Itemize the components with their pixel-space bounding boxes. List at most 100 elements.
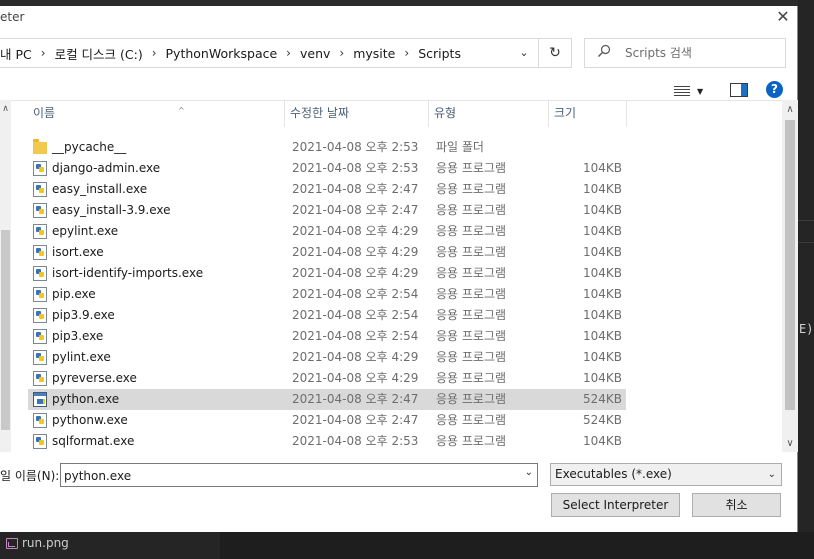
file-row[interactable]: isort-identify-imports.exe 2021-04-08 오후 … [28, 263, 626, 284]
file-type: 응용 프로그램 [436, 245, 507, 259]
scroll-up-icon[interactable]: ∧ [0, 104, 11, 114]
file-name: __pycache__ [52, 140, 127, 154]
file-type: 응용 프로그램 [436, 182, 507, 196]
python-exe-icon [33, 371, 47, 386]
file-row[interactable]: django-admin.exe 2021-04-08 오후 2:53 응용 프로그… [28, 158, 626, 179]
file-row[interactable]: __pycache__ 2021-04-08 오후 2:53 파일 폴더 [28, 137, 626, 158]
file-date: 2021-04-08 오후 2:47 [292, 413, 419, 427]
breadcrumb-item[interactable]: mysite [353, 46, 395, 61]
breadcrumb-separator[interactable]: › [286, 46, 291, 60]
file-name: sqlformat.exe [52, 434, 135, 448]
file-size: 104KB [582, 308, 622, 322]
column-header-size[interactable]: 크기 [549, 101, 627, 127]
file-size: 104KB [582, 245, 622, 259]
details-view-icon [674, 85, 690, 97]
search-input[interactable] [625, 43, 775, 63]
breadcrumb-separator[interactable]: › [152, 46, 157, 60]
file-size: 524KB [582, 392, 622, 406]
preview-pane-icon[interactable] [730, 83, 748, 97]
address-bar[interactable]: 내 PC › 로컬 디스크 (C:) › PythonWorkspace › venv › my… [0, 38, 539, 68]
file-type: 응용 프로그램 [436, 203, 507, 217]
file-name: python.exe [52, 392, 120, 406]
left-scrollbar[interactable]: ∧ [0, 100, 11, 452]
file-row[interactable]: pip3.9.exe 2021-04-08 오후 2:54 응용 프로그램 104KB [28, 305, 626, 326]
select-interpreter-button[interactable]: Select Interpreter [551, 493, 680, 517]
file-date: 2021-04-08 오후 2:53 [292, 161, 419, 175]
scroll-down-icon[interactable]: ∨ [782, 438, 798, 449]
breadcrumb-separator[interactable]: › [404, 46, 409, 60]
breadcrumb-item[interactable]: 내 PC [0, 44, 32, 63]
file-type: 응용 프로그램 [436, 308, 507, 322]
column-header-label: 크기 [554, 106, 577, 120]
file-row[interactable]: easy_install-3.9.exe 2021-04-08 오후 2:47 응용… [28, 200, 626, 221]
folder-icon [33, 139, 47, 154]
file-row[interactable]: sqlformat.exe 2021-04-08 오후 2:53 응용 프로그램 10… [28, 431, 626, 452]
file-size [548, 137, 622, 158]
filename-input[interactable] [64, 467, 504, 484]
filetype-select[interactable]: Executables (*.exe) ⌄ [550, 463, 782, 486]
breadcrumb-item[interactable]: Scripts [418, 46, 461, 61]
right-scrollbar[interactable]: ∧ ∨ [782, 100, 798, 452]
file-name: isort-identify-imports.exe [52, 266, 204, 280]
file-name: pythonw.exe [52, 413, 128, 427]
file-type: 응용 프로그램 [436, 224, 507, 238]
python-exe-icon [33, 350, 47, 365]
file-row[interactable]: pylint.exe 2021-04-08 오후 4:29 응용 프로그램 104KB [28, 347, 626, 368]
column-header-label: 이름 [33, 106, 56, 120]
chevron-down-icon[interactable]: ⌄ [525, 467, 533, 478]
file-name: django-admin.exe [52, 161, 161, 175]
file-name: easy_install-3.9.exe [52, 203, 171, 217]
file-name: epylint.exe [52, 224, 119, 238]
scroll-thumb[interactable] [785, 120, 795, 410]
file-date: 2021-04-08 오후 4:29 [292, 266, 419, 280]
file-row[interactable]: pythonw.exe 2021-04-08 오후 2:47 응용 프로그램 524K… [28, 410, 626, 431]
file-row[interactable]: epylint.exe 2021-04-08 오후 4:29 응용 프로그램 104K… [28, 221, 626, 242]
column-header-date[interactable]: 수정한 날짜 [285, 101, 429, 127]
file-date: 2021-04-08 오후 2:47 [292, 203, 419, 217]
search-box[interactable] [584, 38, 786, 68]
file-date: 2021-04-08 오후 4:29 [292, 224, 419, 238]
cancel-button[interactable]: 취소 [692, 493, 781, 517]
view-options-button[interactable]: ▼ [674, 82, 712, 100]
chevron-down-icon: ⌄ [767, 469, 776, 480]
help-button[interactable]: ? [766, 81, 783, 98]
file-row[interactable]: pyreverse.exe 2021-04-08 오후 4:29 응용 프로그램 10… [28, 368, 626, 389]
breadcrumb-separator[interactable]: › [339, 46, 344, 60]
file-row[interactable]: easy_install.exe 2021-04-08 오후 2:47 응용 프로그… [28, 179, 626, 200]
file-type: 응용 프로그램 [436, 413, 507, 427]
breadcrumb-item[interactable]: venv [300, 46, 330, 61]
editor-file-item[interactable]: run.png [6, 536, 69, 550]
file-date: 2021-04-08 오후 4:29 [292, 350, 419, 364]
filename-label: 일 이름(N): [0, 469, 60, 483]
file-row[interactable]: python.exe 2021-04-08 오후 2:47 응용 프로그램 524KB [28, 389, 626, 410]
scroll-up-icon[interactable]: ∧ [782, 104, 798, 115]
close-button[interactable]: ✕ [770, 8, 796, 28]
file-row[interactable]: pip3.exe 2021-04-08 오후 2:54 응용 프로그램 104KB [28, 326, 626, 347]
file-name: easy_install.exe [52, 182, 148, 196]
file-size: 104KB [582, 434, 622, 448]
column-header-name[interactable]: 이름 ^ [28, 101, 285, 127]
file-name: pylint.exe [52, 350, 111, 364]
python-exe-icon [33, 329, 47, 344]
sort-ascending-icon: ^ [178, 106, 185, 115]
filename-combobox[interactable]: ⌄ [60, 463, 538, 487]
file-row[interactable]: isort.exe 2021-04-08 오후 4:29 응용 프로그램 104KB [28, 242, 626, 263]
python-exe-icon [33, 182, 47, 197]
breadcrumb-item[interactable]: 로컬 디스크 (C:) [55, 44, 143, 63]
file-type: 파일 폴더 [436, 140, 484, 154]
file-date: 2021-04-08 오후 4:29 [292, 371, 419, 385]
file-name: pip3.9.exe [52, 308, 115, 322]
refresh-button[interactable]: ↻ [538, 38, 572, 68]
breadcrumb-separator[interactable]: › [41, 46, 46, 60]
column-header-type[interactable]: 유형 [429, 101, 549, 127]
scroll-thumb[interactable] [1, 230, 10, 430]
file-row[interactable]: pip.exe 2021-04-08 오후 2:54 응용 프로그램 104KB [28, 284, 626, 305]
address-history-dropdown[interactable]: ⌄ [512, 39, 536, 67]
python-console-icon [33, 392, 47, 407]
file-date: 2021-04-08 오후 2:54 [292, 308, 419, 322]
file-date: 2021-04-08 오후 2:47 [292, 392, 419, 406]
file-date: 2021-04-08 오후 2:53 [292, 140, 419, 154]
python-window-icon [33, 413, 47, 428]
file-size: 104KB [582, 350, 622, 364]
breadcrumb-item[interactable]: PythonWorkspace [166, 46, 278, 61]
